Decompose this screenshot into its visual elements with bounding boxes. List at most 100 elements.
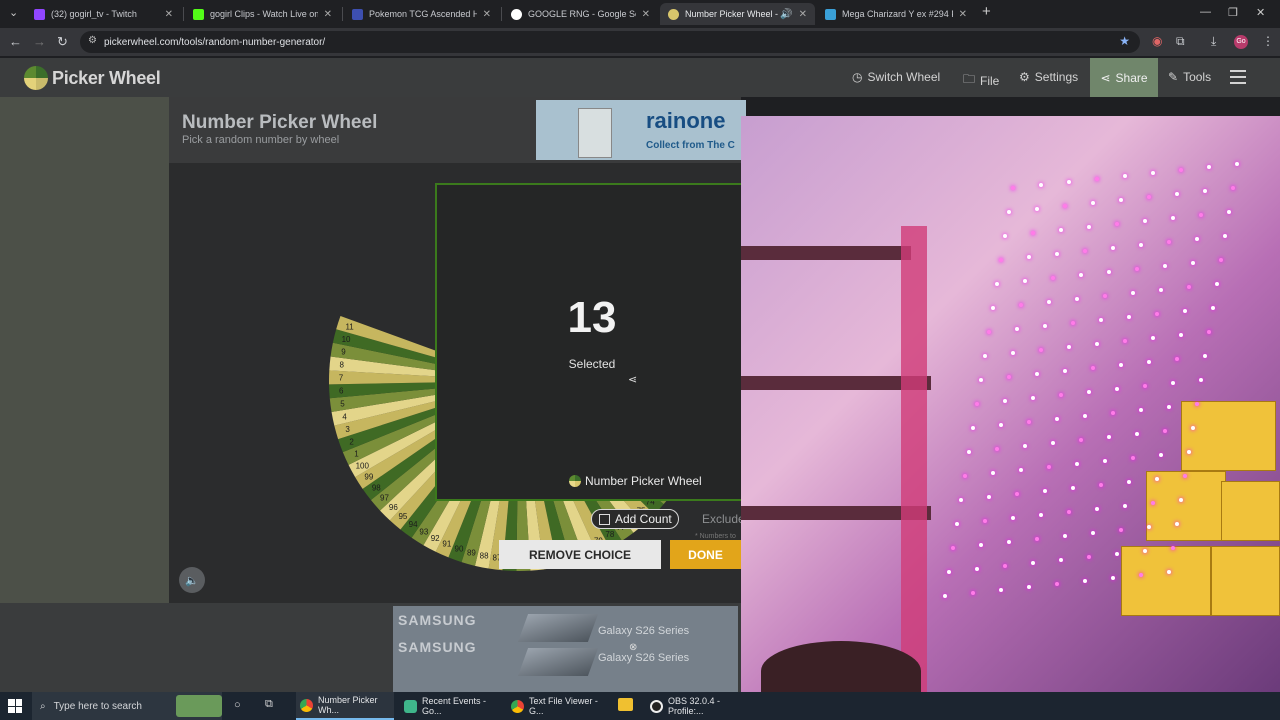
nav-tools[interactable]: ✎ Tools bbox=[1168, 70, 1211, 84]
taskbar-item-text-viewer[interactable]: Text File Viewer - G... bbox=[507, 692, 607, 720]
led-light bbox=[1083, 249, 1087, 253]
extension-icon[interactable]: ◉ bbox=[1152, 34, 1162, 48]
forward-icon[interactable]: → bbox=[33, 34, 46, 49]
tools-icon: ✎ bbox=[1168, 70, 1179, 84]
ad-close-icon[interactable]: ⊗ bbox=[629, 642, 637, 653]
wheel-number-label: 97 bbox=[380, 494, 389, 503]
task-view-icon[interactable]: ⧉ bbox=[265, 698, 273, 711]
nav-file[interactable]: 🗀 File bbox=[963, 70, 999, 91]
close-icon[interactable]: ✕ bbox=[959, 9, 967, 20]
led-light bbox=[975, 567, 979, 571]
led-light bbox=[1091, 531, 1095, 535]
site-info-icon[interactable]: ⚙ bbox=[88, 35, 97, 46]
tab-number-picker-wheel[interactable]: Number Picker Wheel - Pick 🔊 ✕ bbox=[660, 3, 815, 25]
led-light bbox=[1139, 573, 1143, 577]
taskbar-search[interactable]: ⌕ Type here to search bbox=[32, 692, 222, 720]
nav-settings[interactable]: ⚙ Settings bbox=[1019, 70, 1078, 84]
close-icon[interactable]: ✕ bbox=[799, 9, 807, 20]
led-light bbox=[1003, 234, 1007, 238]
sound-toggle-icon[interactable]: 🔈 bbox=[179, 567, 205, 593]
new-tab-button[interactable]: + bbox=[982, 3, 991, 20]
wheel-number-label: 92 bbox=[431, 534, 440, 543]
close-icon[interactable]: ✕ bbox=[483, 9, 491, 20]
led-light bbox=[1183, 309, 1187, 313]
download-icon[interactable]: ⤓ bbox=[1211, 34, 1216, 49]
product-box-image bbox=[578, 108, 612, 158]
nav-switch-wheel[interactable]: ◷ Switch Wheel bbox=[852, 70, 940, 84]
tab-pokemon[interactable]: Pokemon TCG Ascended Heroes ✕ bbox=[344, 3, 499, 25]
close-window-icon[interactable]: ✕ bbox=[1256, 6, 1265, 19]
file-explorer-icon[interactable] bbox=[618, 698, 633, 711]
led-light bbox=[1191, 261, 1195, 265]
done-button[interactable]: DONE bbox=[670, 540, 741, 569]
led-light bbox=[1087, 555, 1091, 559]
close-icon[interactable]: ✕ bbox=[324, 9, 332, 20]
cortana-icon[interactable]: ○ bbox=[234, 699, 241, 711]
reload-icon[interactable]: ↻ bbox=[57, 34, 68, 50]
led-light bbox=[1035, 207, 1039, 211]
led-light bbox=[999, 258, 1003, 262]
led-light bbox=[1123, 504, 1127, 508]
led-light bbox=[1175, 192, 1179, 196]
led-light bbox=[1003, 564, 1007, 568]
address-bar[interactable]: ⚙ pickerwheel.com/tools/random-number-ge… bbox=[80, 31, 1140, 53]
checkbox-icon[interactable] bbox=[599, 513, 610, 525]
led-light bbox=[1059, 393, 1063, 397]
led-light bbox=[1219, 258, 1223, 262]
tab-twitch[interactable]: (32) gogirl_tv - Twitch ✕ bbox=[26, 3, 181, 25]
back-icon[interactable]: ← bbox=[9, 34, 22, 49]
led-light bbox=[1067, 510, 1071, 514]
speaker-icon[interactable]: 🔊 bbox=[780, 9, 792, 20]
exclude-input[interactable]: Exclude bbox=[702, 512, 745, 526]
led-light bbox=[1131, 291, 1135, 295]
led-light bbox=[1135, 267, 1139, 271]
led-light bbox=[999, 588, 1003, 592]
profile-avatar[interactable]: Go bbox=[1234, 35, 1248, 49]
advertisement-banner[interactable]: rainone Collect from The C bbox=[536, 100, 746, 160]
taskbar-item-recent-events[interactable]: Recent Events - Go... bbox=[400, 692, 500, 720]
led-light bbox=[1035, 372, 1039, 376]
folder-icon: 🗀 bbox=[963, 72, 976, 86]
tab-google[interactable]: GOOGLE RNG - Google Search ✕ bbox=[503, 3, 658, 25]
led-light bbox=[983, 354, 987, 358]
share-icon[interactable]: ⋖ bbox=[628, 373, 637, 386]
restore-icon[interactable]: ❐ bbox=[1228, 6, 1238, 19]
tab-kick[interactable]: gogirl Clips - Watch Live on Kick ✕ bbox=[185, 3, 340, 25]
browser-tab-strip: ⌄ (32) gogirl_tv - Twitch ✕ gogirl Clips… bbox=[0, 0, 1280, 28]
led-light bbox=[1015, 492, 1019, 496]
led-light bbox=[1151, 336, 1155, 340]
menu-icon[interactable] bbox=[1230, 70, 1246, 88]
taskbar-item-chrome[interactable]: Number Picker Wh... bbox=[296, 692, 394, 720]
windows-start-icon[interactable] bbox=[8, 699, 22, 713]
app-icon bbox=[404, 699, 417, 713]
led-light bbox=[1043, 324, 1047, 328]
main-content: Number Picker Wheel Pick a random number… bbox=[169, 97, 746, 603]
close-icon[interactable]: ✕ bbox=[642, 9, 650, 20]
windows-taskbar: ⌕ Type here to search ○ ⧉ Number Picker … bbox=[0, 692, 1280, 720]
led-light bbox=[1147, 195, 1151, 199]
led-light bbox=[947, 570, 951, 574]
close-icon[interactable]: ✕ bbox=[165, 9, 173, 20]
led-light bbox=[1151, 171, 1155, 175]
led-light bbox=[1095, 507, 1099, 511]
led-light bbox=[1155, 477, 1159, 481]
tab-charizard[interactable]: Mega Charizard Y ex #294 Price ✕ bbox=[817, 3, 975, 25]
extensions-puzzle-icon[interactable]: ⧉ bbox=[1176, 34, 1185, 49]
led-light bbox=[1111, 246, 1115, 250]
remove-choice-button[interactable]: REMOVE CHOICE bbox=[499, 540, 661, 569]
led-light bbox=[1223, 234, 1227, 238]
nav-share[interactable]: ⋖ Share bbox=[1090, 58, 1158, 97]
google-icon bbox=[511, 8, 522, 20]
advertisement-banner-bottom[interactable]: SAMSUNG SAMSUNG Galaxy S26 Series Galaxy… bbox=[393, 606, 738, 692]
minimize-icon[interactable]: — bbox=[1200, 6, 1211, 18]
bookmark-star-icon[interactable]: ★ bbox=[1119, 34, 1130, 48]
led-light bbox=[1235, 162, 1239, 166]
tab-search-icon[interactable]: ⌄ bbox=[9, 6, 18, 19]
led-light bbox=[1011, 186, 1015, 190]
site-logo[interactable]: Picker Wheel bbox=[24, 66, 161, 90]
wheel-number-label: 99 bbox=[364, 473, 373, 482]
led-light bbox=[1003, 399, 1007, 403]
browser-menu-icon[interactable]: ⋮ bbox=[1262, 34, 1274, 48]
taskbar-item-obs[interactable]: OBS 32.0.4 - Profile:... bbox=[646, 692, 741, 720]
add-count-toggle[interactable]: Add Count bbox=[591, 509, 679, 529]
